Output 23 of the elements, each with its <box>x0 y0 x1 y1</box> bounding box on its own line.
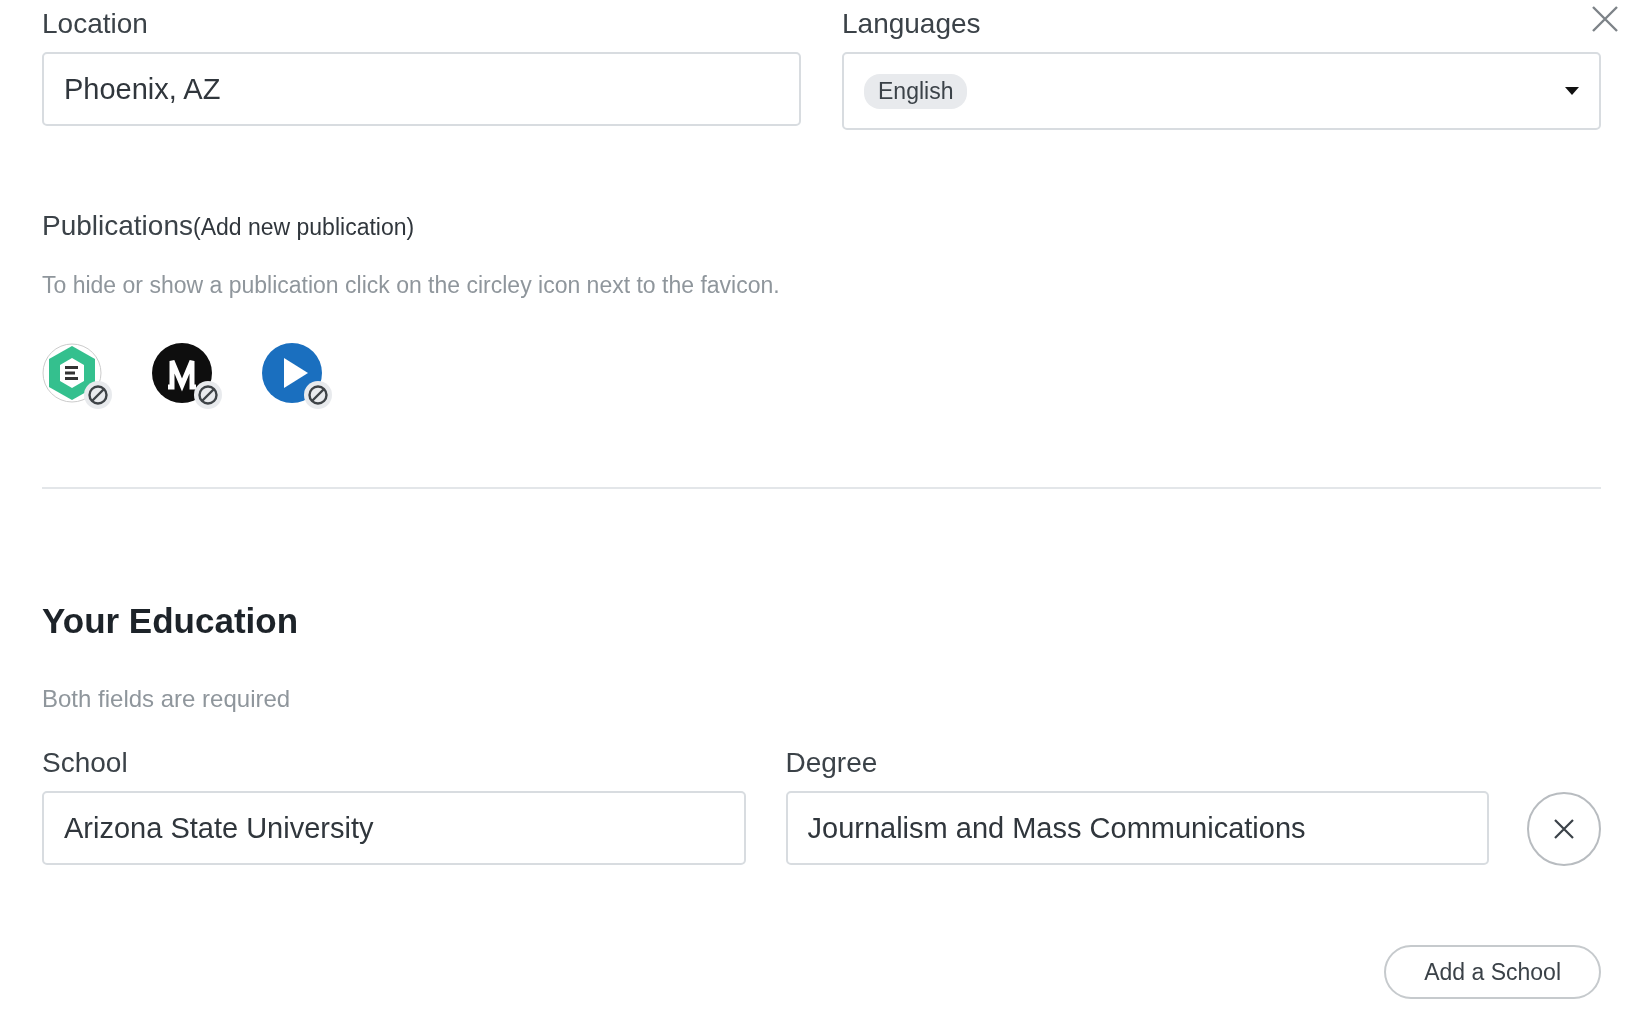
hexagon-logo-icon <box>42 343 102 403</box>
ban-icon[interactable] <box>304 381 332 409</box>
school-field[interactable]: Arizona State University <box>42 791 746 865</box>
language-chip[interactable]: English <box>864 73 968 109</box>
hint-text: Both fields are required <box>42 685 292 713</box>
field-label: Location <box>42 7 149 41</box>
languages-select[interactable]: English <box>842 52 1601 130</box>
ban-icon[interactable] <box>194 381 222 409</box>
field-label: Degree <box>785 746 879 780</box>
ban-icon[interactable] <box>84 381 112 409</box>
caret-icon <box>1565 87 1579 95</box>
add-publication-link[interactable]: (Add new publication) <box>193 214 415 241</box>
field-label: Languages <box>842 7 982 41</box>
m-logo-icon <box>152 343 212 403</box>
hint-text: To hide or show a publication click on the circley icon next to the favicon. <box>42 272 781 299</box>
section-title: Publications <box>42 210 193 242</box>
field-label: School <box>42 746 129 780</box>
location-field[interactable]: Phoenix, AZ <box>42 52 801 126</box>
section-title: Your Education <box>42 601 300 641</box>
degree-field[interactable]: Journalism and Mass Communications <box>785 791 1489 865</box>
add-school-button[interactable]: Add a School <box>1384 945 1601 999</box>
play-logo-icon <box>262 343 322 403</box>
close-icon <box>1553 818 1575 840</box>
